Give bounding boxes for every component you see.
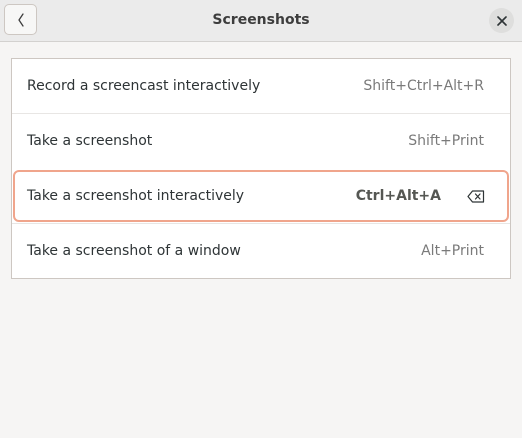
- shortcut-row-take-screenshot[interactable]: Take a screenshot Shift+Print: [12, 114, 510, 168]
- shortcut-label: Take a screenshot of a window: [27, 243, 241, 259]
- close-button[interactable]: [489, 8, 514, 33]
- backspace-icon[interactable]: [467, 189, 485, 203]
- shortcut-label: Take a screenshot interactively: [27, 188, 245, 204]
- dialog-title: Screenshots: [212, 12, 310, 28]
- shortcut-row-screenshot-window[interactable]: Take a screenshot of a window Alt+Print: [12, 224, 510, 278]
- shortcut-list: Record a screencast interactively Shift+…: [11, 58, 511, 279]
- shortcut-row-screenshot-interactively[interactable]: Take a screenshot interactively Ctrl+Alt…: [13, 170, 509, 222]
- shortcut-label: Take a screenshot: [27, 133, 153, 149]
- shortcut-accel: Ctrl+Alt+A: [355, 188, 441, 204]
- shortcut-accel: Shift+Print: [408, 133, 484, 149]
- shortcut-label: Record a screencast interactively: [27, 78, 261, 94]
- shortcut-row-record-screencast[interactable]: Record a screencast interactively Shift+…: [12, 59, 510, 113]
- shortcut-accel: Alt+Print: [421, 243, 484, 259]
- close-icon: [496, 15, 507, 26]
- header-bar: Screenshots: [0, 0, 522, 42]
- shortcut-accel-group: Ctrl+Alt+A: [356, 188, 485, 204]
- shortcut-accel: Shift+Ctrl+Alt+R: [363, 78, 484, 94]
